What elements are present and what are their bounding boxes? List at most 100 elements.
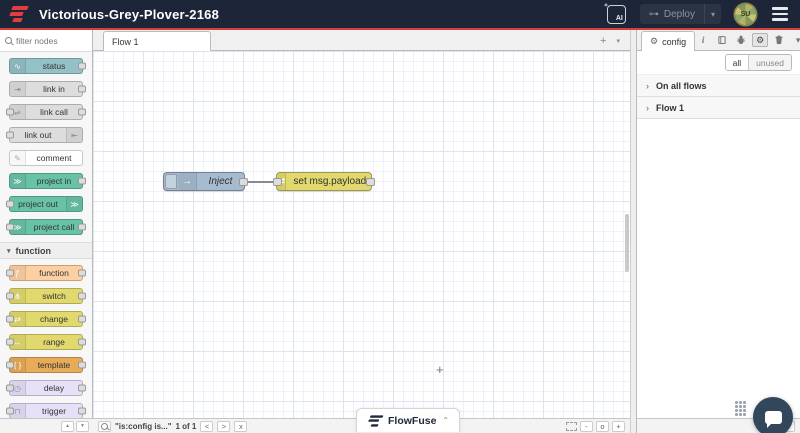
input-port[interactable] bbox=[273, 177, 282, 186]
zoom-out-button[interactable]: - bbox=[580, 420, 593, 432]
input-port bbox=[6, 200, 14, 208]
palette-node-range[interactable]: ↔ range bbox=[6, 334, 86, 350]
sidebar: ⚙ config i ⚙ ▾ all unused › On all flows… bbox=[637, 30, 800, 433]
navigator-toggle-icon[interactable] bbox=[566, 421, 577, 431]
output-port[interactable] bbox=[239, 177, 248, 186]
node-red-editor: Victorious-Grey-Plover-2168 ⁺ AI ⊶ Deplo… bbox=[0, 0, 800, 433]
deploy-icon: ⊶ bbox=[648, 8, 659, 20]
palette-node-switch[interactable]: ⋔ switch bbox=[6, 288, 86, 304]
zoom-reset-button[interactable]: o bbox=[596, 420, 609, 432]
search-prev-button[interactable]: < bbox=[200, 420, 214, 432]
chat-widget-button[interactable] bbox=[753, 397, 793, 433]
deploy-label: Deploy bbox=[663, 8, 695, 20]
sidebar-resize-handle[interactable] bbox=[630, 30, 637, 433]
palette-node-trigger[interactable]: ⊓ trigger bbox=[6, 403, 86, 418]
palette-search[interactable] bbox=[0, 30, 92, 52]
palette-category-function[interactable]: ▾ function bbox=[0, 242, 92, 259]
ai-assistant-button[interactable]: ⁺ AI bbox=[603, 1, 626, 24]
palette-node-project-out[interactable]: project out ≫ bbox=[6, 196, 83, 212]
tab-flow-1[interactable]: Flow 1 bbox=[103, 31, 211, 51]
deploy-button[interactable]: ⊶ Deploy ▾ bbox=[639, 4, 721, 24]
filter-unused-button[interactable]: unused bbox=[748, 55, 791, 70]
flow-list-caret[interactable]: ▾ bbox=[616, 38, 620, 45]
search-close-button[interactable]: x bbox=[234, 420, 248, 432]
output-port bbox=[78, 407, 86, 415]
palette-node-project-call[interactable]: ≫ project call bbox=[6, 219, 86, 235]
output-port bbox=[78, 384, 86, 392]
chevron-right-icon: › bbox=[646, 80, 649, 91]
palette-scroll-up-button[interactable]: ▴ bbox=[61, 420, 74, 432]
ai-label: AI bbox=[615, 14, 623, 22]
search-result-count: 1 of 1 bbox=[175, 421, 197, 431]
main-menu-button[interactable] bbox=[770, 5, 790, 23]
search-next-button[interactable]: > bbox=[217, 420, 231, 432]
canvas-vertical-scrollbar[interactable] bbox=[625, 214, 629, 272]
zoom-in-button[interactable]: + bbox=[612, 420, 625, 432]
palette-footer: ▴ ▾ bbox=[0, 418, 93, 433]
delete-tab-button[interactable] bbox=[771, 33, 787, 47]
config-tab-button[interactable]: ⚙ bbox=[752, 33, 769, 47]
output-port bbox=[78, 292, 86, 300]
debug-tab-button[interactable] bbox=[733, 33, 749, 47]
flow-canvas[interactable]: → Inject ⇄ set msg.payload + bbox=[93, 51, 630, 418]
input-port bbox=[6, 407, 14, 415]
canvas-node-set-msg-payload[interactable]: ⇄ set msg.payload bbox=[273, 172, 375, 191]
help-tab-button[interactable] bbox=[714, 33, 730, 47]
input-port bbox=[6, 269, 14, 277]
chat-bubble-icon bbox=[764, 410, 782, 428]
config-tab-label: config bbox=[662, 36, 687, 47]
palette-node-status[interactable]: ∿ status bbox=[9, 58, 86, 74]
add-flow-button[interactable]: + bbox=[600, 36, 606, 47]
output-port bbox=[78, 361, 86, 369]
flowfuse-logo-icon bbox=[9, 5, 30, 23]
inject-trigger-button[interactable] bbox=[165, 174, 177, 189]
filter-all-button[interactable]: all bbox=[725, 55, 749, 70]
output-port bbox=[78, 269, 86, 277]
node-label: change bbox=[40, 314, 68, 324]
info-tab-button[interactable]: i bbox=[695, 33, 711, 47]
palette-list: ∿ status ⇥ link in ⇌ link call link out … bbox=[0, 52, 92, 418]
flow-tab-label: Flow 1 bbox=[112, 36, 139, 47]
output-port bbox=[78, 177, 86, 185]
palette-node-change[interactable]: ⇄ change bbox=[6, 311, 86, 327]
flowfuse-drawer-button[interactable]: FlowFuse ⌃ bbox=[356, 408, 461, 432]
palette-node-function[interactable]: ƒ function bbox=[6, 265, 86, 281]
node-label: project call bbox=[33, 222, 75, 232]
palette-node-delay[interactable]: ◷ delay bbox=[6, 380, 86, 396]
chevron-down-icon: ▾ bbox=[7, 247, 11, 255]
project-out-icon: ≫ bbox=[66, 197, 82, 211]
flowfuse-label: FlowFuse bbox=[388, 414, 437, 427]
node-label: link out bbox=[24, 130, 52, 140]
node-label: Inject bbox=[208, 176, 233, 187]
output-port bbox=[78, 85, 86, 93]
sparkle-icon: ⁺ bbox=[603, 1, 609, 11]
widget-drag-handle[interactable] bbox=[735, 401, 747, 417]
palette-filter-input[interactable] bbox=[16, 35, 82, 46]
node-label: project in bbox=[36, 176, 72, 186]
user-avatar[interactable]: SU bbox=[735, 3, 756, 25]
palette-node-template[interactable]: { } template bbox=[6, 357, 86, 373]
palette-node-link-in[interactable]: ⇥ link in bbox=[9, 81, 86, 97]
canvas-node-inject[interactable]: → Inject bbox=[163, 172, 248, 191]
sidebar-tabs-caret[interactable]: ▾ bbox=[790, 33, 800, 47]
avatar-initials: SU bbox=[740, 10, 751, 18]
config-section-flow-1[interactable]: › Flow 1 bbox=[637, 97, 800, 119]
palette-node-link-out[interactable]: link out ⇤ bbox=[6, 127, 83, 143]
palette-node-link-call[interactable]: ⇌ link call bbox=[6, 104, 86, 120]
config-section-on-all-flows[interactable]: › On all flows bbox=[637, 75, 800, 97]
tab-config[interactable]: ⚙ config bbox=[641, 31, 696, 51]
node-label: link in bbox=[43, 84, 65, 94]
output-port[interactable] bbox=[366, 177, 375, 186]
section-label: Flow 1 bbox=[656, 102, 685, 113]
node-label: comment bbox=[36, 153, 72, 163]
comment-icon: ✎ bbox=[10, 151, 26, 165]
palette-scroll-down-button[interactable]: ▾ bbox=[76, 420, 89, 432]
canvas-search-button[interactable] bbox=[98, 420, 111, 432]
palette-node-project-in[interactable]: ≫ project in bbox=[9, 173, 86, 189]
deploy-options-caret[interactable]: ▾ bbox=[703, 4, 721, 24]
chevron-right-icon: › bbox=[646, 102, 649, 113]
palette-node-comment[interactable]: ✎ comment bbox=[9, 150, 83, 166]
node-label: project out bbox=[18, 199, 58, 209]
node-label: function bbox=[39, 268, 69, 278]
search-icon bbox=[5, 37, 12, 44]
